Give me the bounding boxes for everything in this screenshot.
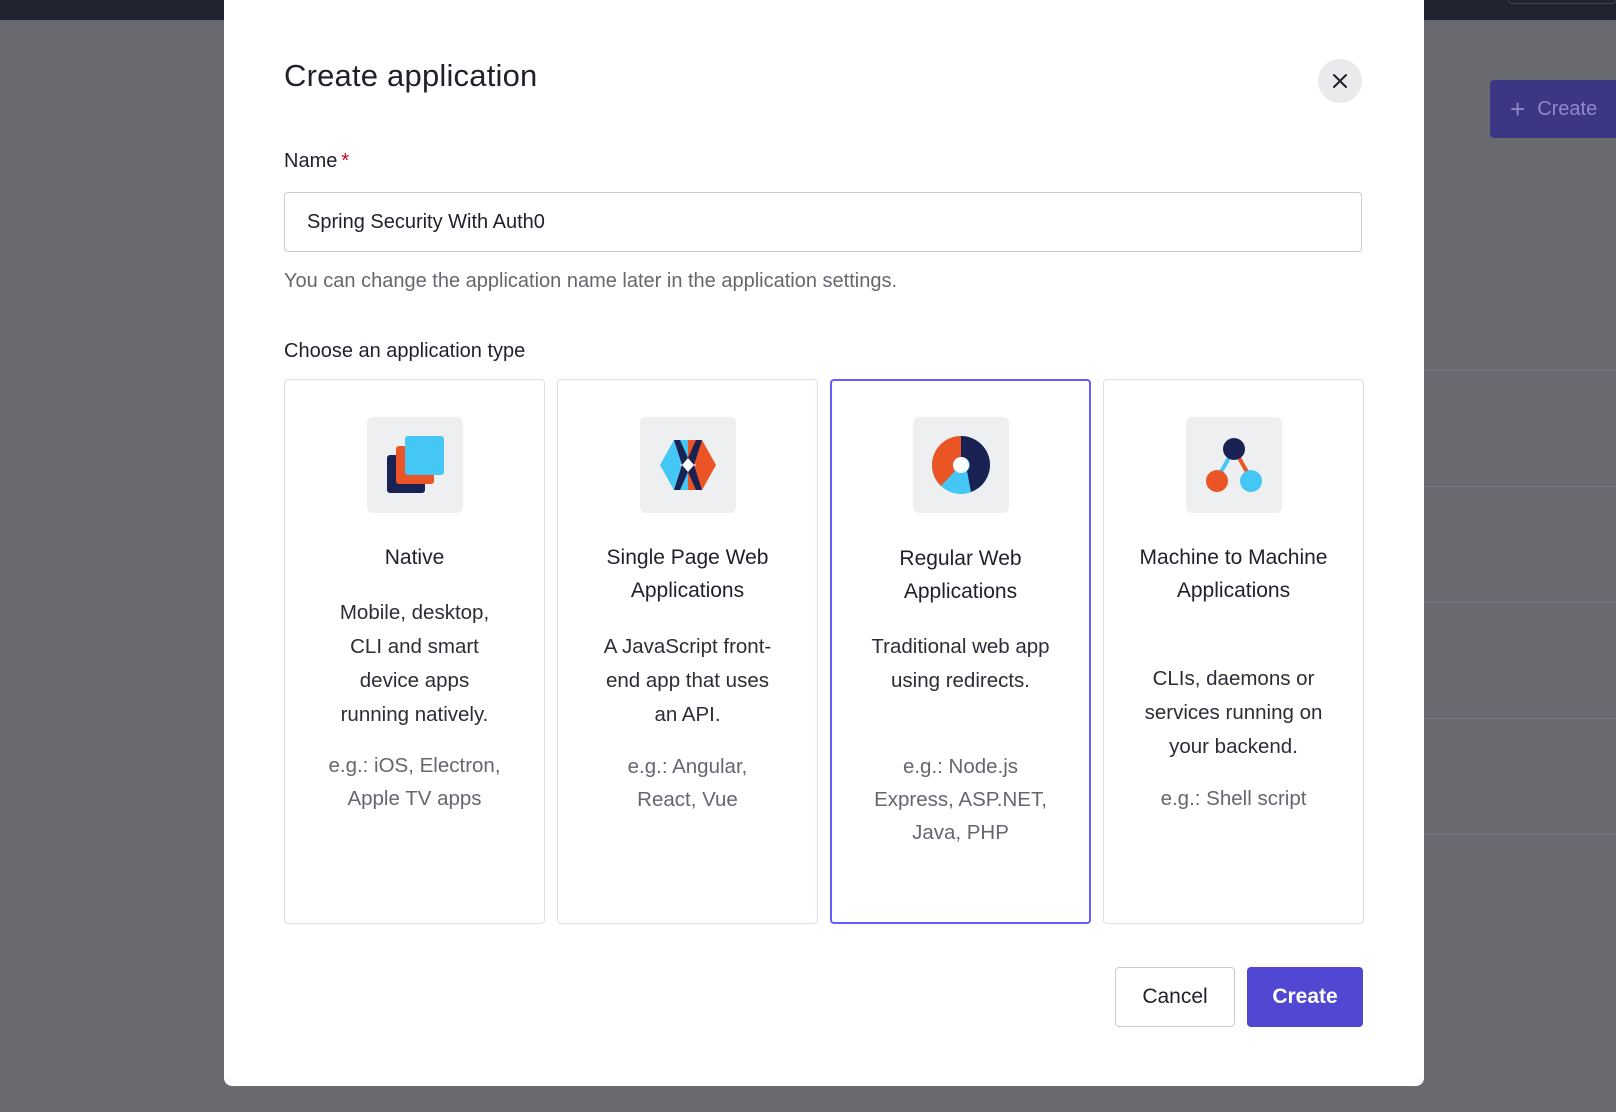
- app-type-title: Regular Web Applications: [899, 547, 1022, 603]
- app-type-description: Traditional web app using redirects.: [871, 635, 1050, 692]
- background-divider: [1424, 370, 1616, 371]
- app-type-description: CLIs, daemons or services running on you…: [1144, 667, 1323, 758]
- create-button[interactable]: Create: [1247, 967, 1363, 1027]
- native-app-icon: [367, 417, 463, 513]
- background-divider: [1424, 718, 1616, 719]
- app-type-description: A JavaScript front-end app that uses an …: [603, 635, 772, 726]
- name-hint: You can change the application name late…: [284, 270, 898, 292]
- app-type-card-native[interactable]: Native Mobile, desktop, CLI and smart de…: [284, 379, 545, 924]
- cancel-button[interactable]: Cancel: [1115, 967, 1235, 1027]
- app-type-title: Machine to Machine Applications: [1139, 546, 1328, 602]
- plus-icon: +: [1510, 94, 1526, 124]
- app-type-example: e.g.: Angular, React, Vue: [627, 755, 748, 811]
- regular-web-app-icon: [913, 417, 1009, 513]
- background-divider: [1424, 602, 1616, 603]
- background-create-label: Create: [1537, 97, 1598, 120]
- app-type-title: Single Page Web Applications: [606, 546, 769, 602]
- app-type-card-m2m[interactable]: Machine to Machine Applications CLIs, da…: [1103, 379, 1364, 924]
- close-icon: [1333, 74, 1347, 88]
- background-divider: [1424, 834, 1616, 835]
- app-type-title: Native: [384, 546, 445, 569]
- app-type-example: e.g.: Shell script: [1160, 787, 1307, 810]
- app-type-card-regular-web[interactable]: Regular Web Applications Traditional web…: [830, 379, 1091, 924]
- background-create-button: + Create: [1490, 80, 1616, 138]
- top-nav-element: [1508, 0, 1616, 4]
- dialog-title: Create application: [284, 58, 538, 93]
- app-type-example: e.g.: Node.js Express, ASP.NET, Java, PH…: [874, 755, 1047, 844]
- background-divider: [1424, 486, 1616, 487]
- application-name-input[interactable]: [284, 192, 1362, 252]
- app-type-example: e.g.: iOS, Electron, Apple TV apps: [328, 754, 501, 810]
- app-type-card-spa[interactable]: Single Page Web Applications A JavaScrip…: [557, 379, 818, 924]
- application-type-label: Choose an application type: [284, 340, 526, 362]
- close-button[interactable]: [1318, 59, 1362, 103]
- create-application-dialog: Create application Name* You can change …: [224, 0, 1424, 1086]
- app-type-description: Mobile, desktop, CLI and smart device ap…: [339, 601, 490, 726]
- name-label: Name *: [284, 150, 349, 173]
- spa-icon: [640, 417, 736, 513]
- required-indicator: *: [341, 150, 350, 172]
- name-label-text: Name: [284, 150, 338, 172]
- application-type-options: Native Mobile, desktop, CLI and smart de…: [284, 379, 1364, 924]
- machine-to-machine-icon: [1186, 417, 1282, 513]
